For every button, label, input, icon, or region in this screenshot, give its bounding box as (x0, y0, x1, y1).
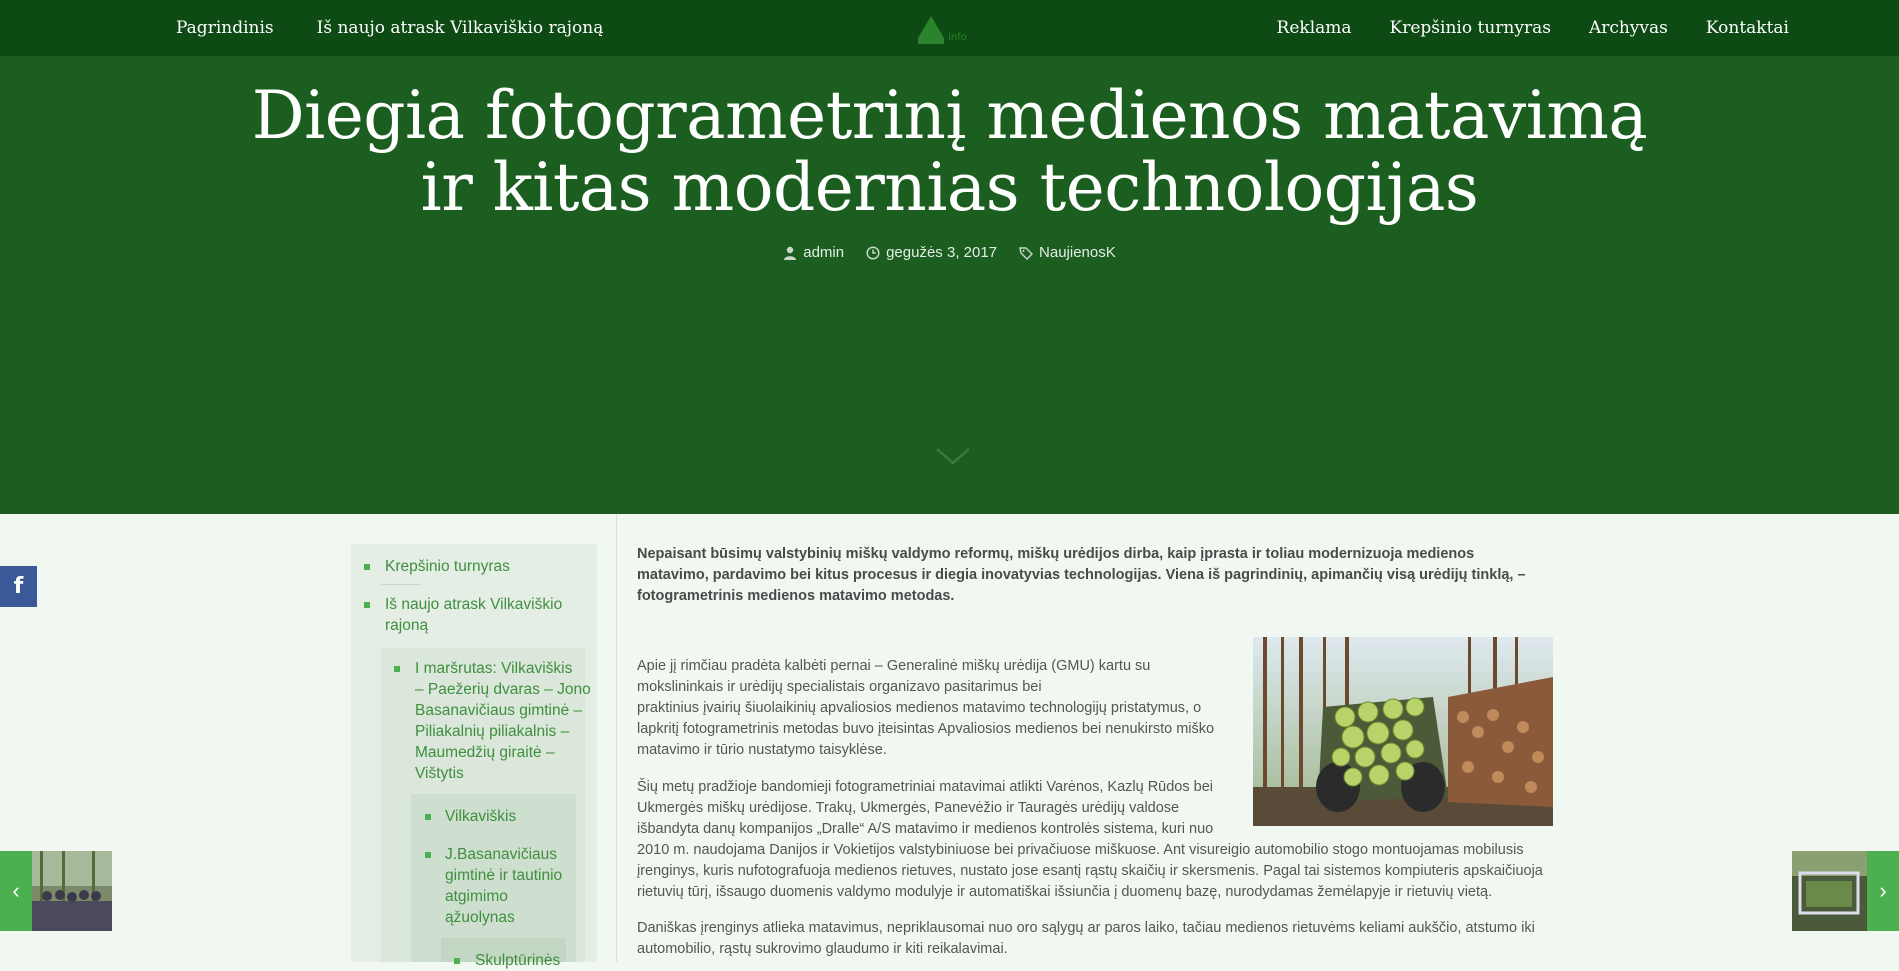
sidebar-item-label-line: Piliakalnių piliakalnis – (415, 723, 570, 740)
article-title-line-2: ir kitas modernias technologijas (420, 149, 1479, 226)
sidebar-item-label-line: rajoną (385, 617, 429, 634)
paragraph-line: rietuvių tūrį, išsaugo duomenis valdymo … (637, 884, 1493, 900)
facebook-share-button[interactable]: f (0, 566, 37, 607)
bullet-icon (394, 666, 400, 672)
bullet-icon (425, 814, 431, 820)
article-title-line-1: Diegia fotogrametrinį medienos matavimą (251, 77, 1648, 154)
paragraph-line: Daniškas įrenginys atlieka matavimus, ne… (637, 920, 1535, 936)
paragraph-line: praktinius įvairių šiuolaikinių apvalios… (637, 700, 1202, 716)
article-paragraph-2: Šių metų pradžioje bandomieji fotogramet… (637, 777, 1567, 903)
content-divider (616, 514, 617, 962)
tree-logo-icon (918, 16, 944, 44)
article-intro: Nepaisant būsimų valstybinių miškų valdy… (637, 546, 1526, 604)
chevron-down-icon[interactable] (935, 446, 971, 466)
sidebar-item-label-line: atgimimo (445, 888, 508, 905)
paragraph-line: Šių metų pradžioje bandomieji fotogramet… (637, 779, 1213, 795)
nav-link-reklama[interactable]: Reklama (1277, 18, 1352, 38)
sidebar-item-basanaviciaus-gimtine[interactable]: J.Basanavičiaus gimtinė ir tautinio atgi… (445, 844, 562, 928)
facebook-icon: f (13, 574, 24, 599)
sidebar-item-krepsinio-turnyras[interactable]: Krepšinio turnyras (385, 556, 510, 577)
tag-icon (1019, 246, 1034, 260)
sidebar-item-skulpturines[interactable]: Skulptūrinės (475, 950, 560, 971)
paragraph-line: Apie jį rimčiau pradėta kalbėti pernai –… (637, 658, 1151, 674)
paragraph-line: Ukmergės miškų urėdijose. Trakų, Ukmergė… (637, 800, 1180, 816)
sidebar-item-label-line: – Paežerių dvaras – Jono (415, 681, 591, 698)
site-logo[interactable]: info (918, 10, 998, 46)
sidebar-item-label-line: gimtinė ir tautinio (445, 867, 563, 884)
meta-date: gegužės 3, 2017 (866, 244, 997, 261)
nav-right-group: Reklama Krepšinio turnyras Archyvas Kont… (1277, 0, 1789, 56)
sidebar-item-label-line: J.Basanavičiaus (445, 846, 558, 863)
paragraph-line: 2010 m. naudojama Danijos ir Vokietijos … (637, 842, 1524, 858)
sidebar-divider (381, 584, 421, 585)
article-meta: admin gegužės 3, 2017 NaujienosK (0, 244, 1899, 261)
user-icon (784, 246, 797, 260)
sidebar-item-i-marsrutas[interactable]: I maršrutas: Vilkaviškis – Paežerių dvar… (415, 658, 591, 784)
meta-category-text: NaujienosK (1039, 244, 1116, 261)
logo-text: info (948, 32, 967, 43)
previous-post-link[interactable]: ‹ (0, 851, 112, 931)
article-paragraph-3: Daniškas įrenginys atlieka matavimus, ne… (637, 918, 1567, 960)
bullet-icon (364, 602, 370, 608)
paragraph-line: mokslininkais ir urėdijų specialistais o… (637, 679, 1042, 695)
article-hero: Diegia fotogrametrinį medienos matavimą … (0, 56, 1899, 514)
nav-link-archyvas[interactable]: Archyvas (1589, 18, 1668, 38)
sidebar-item-label-line: I maršrutas: Vilkaviškis (415, 660, 573, 677)
paragraph-line: matavimo ir tūrio nustatymo taisyklėse. (637, 742, 887, 758)
article-paragraph-1: Apie jį rimčiau pradėta kalbėti pernai –… (637, 656, 1247, 761)
article-title: Diegia fotogrametrinį medienos matavimą … (150, 80, 1749, 224)
nav-left-group: Pagrindinis Iš naujo atrask Vilkaviškio … (176, 0, 603, 56)
sidebar-item-label-line: Vištytis (415, 765, 464, 782)
paragraph-line: automobilio, rąstų sukrovimo glaudumo ir… (637, 941, 1008, 957)
meta-author-name: admin (803, 244, 845, 261)
clock-icon (866, 245, 880, 260)
sidebar-item-vilkaviskis[interactable]: Vilkaviškis (445, 806, 516, 827)
sidebar-item-label-line: Maumedžių giraitė – (415, 744, 555, 761)
nav-link-kontaktai[interactable]: Kontaktai (1706, 18, 1789, 38)
paragraph-line: išbandyta danų kompanijos „Dralle“ A/S m… (637, 821, 1214, 837)
nav-link-pagrindinis[interactable]: Pagrindinis (176, 18, 274, 38)
chevron-left-icon: ‹ (0, 851, 32, 931)
next-post-link[interactable]: › (1792, 851, 1899, 931)
bullet-icon (425, 852, 431, 858)
previous-post-thumbnail (32, 851, 112, 931)
bullet-icon (454, 958, 460, 964)
sidebar-item-label-line: Basanavičiaus gimtinė – (415, 702, 583, 719)
sidebar-item-label-line: ąžuolynas (445, 909, 515, 926)
meta-category[interactable]: NaujienosK (1019, 244, 1116, 261)
meta-author[interactable]: admin (783, 244, 844, 261)
paragraph-line: lapkritį fotogrametrinis metodas buvo įt… (637, 721, 1215, 737)
sidebar-item-is-naujo-atrask[interactable]: Iš naujo atrask Vilkaviškio rajoną (385, 594, 562, 636)
next-post-thumbnail (1792, 851, 1872, 931)
meta-date-text: gegužės 3, 2017 (886, 244, 998, 261)
bullet-icon (364, 564, 370, 570)
nav-link-is-naujo-atrask[interactable]: Iš naujo atrask Vilkaviškio rajoną (317, 18, 604, 38)
chevron-right-icon: › (1867, 851, 1899, 931)
nav-link-krepsinio-turnyras[interactable]: Krepšinio turnyras (1390, 18, 1551, 38)
sidebar-item-label-line: Iš naujo atrask Vilkaviškio (385, 596, 563, 613)
paragraph-line: įrenginys, kuris nufotografuoja medienos… (637, 863, 1543, 879)
top-navigation-bar: Pagrindinis Iš naujo atrask Vilkaviškio … (0, 0, 1899, 56)
